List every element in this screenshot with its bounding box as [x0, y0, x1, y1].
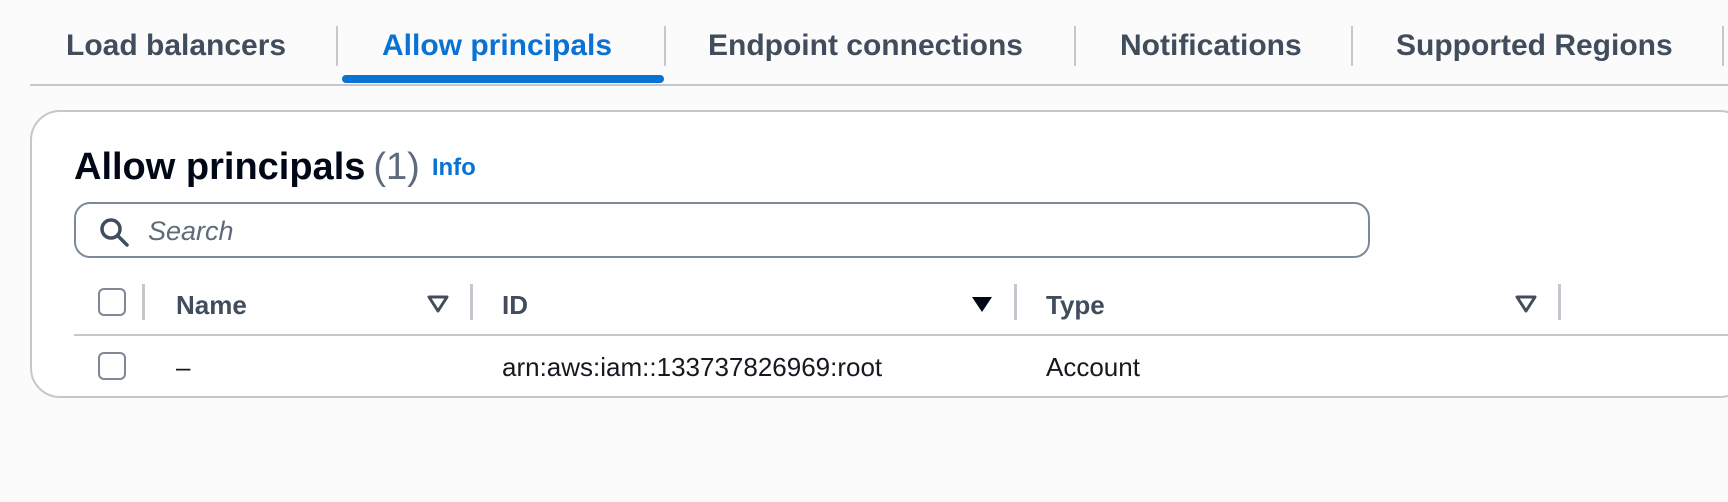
column-header-name[interactable]: Name — [176, 290, 247, 321]
column-header-id[interactable]: ID — [502, 290, 528, 321]
select-all-checkbox[interactable] — [98, 288, 126, 316]
search-box — [74, 202, 1370, 258]
panel-title: Allow principals — [74, 146, 366, 188]
tab-notifications[interactable]: Notifications — [1120, 28, 1302, 64]
table-header: Name ID Type — [74, 272, 1728, 336]
panel-count: (1) — [373, 146, 420, 188]
tab-allow-principals[interactable]: Allow principals — [382, 28, 612, 64]
cell-type: Account — [1046, 352, 1140, 382]
cell-name: – — [176, 352, 191, 382]
tab-bar: Load balancers Allow principals Endpoint… — [30, 0, 1728, 86]
column-header-type[interactable]: Type — [1046, 290, 1105, 321]
column-separator — [142, 284, 145, 320]
tab-separator — [664, 26, 666, 66]
column-separator[interactable] — [1014, 284, 1017, 320]
tab-separator — [1722, 26, 1724, 66]
tab-separator — [1074, 26, 1076, 66]
active-tab-indicator — [342, 75, 664, 83]
cell-id: arn:aws:iam::133737826969:root — [502, 352, 883, 382]
info-link[interactable]: Info — [432, 154, 476, 181]
tab-separator — [336, 26, 338, 66]
column-separator[interactable] — [470, 284, 473, 320]
sort-unsorted-icon[interactable] — [1514, 294, 1538, 314]
table-row: – arn:aws:iam::133737826969:root Account — [74, 336, 1728, 398]
sort-unsorted-icon[interactable] — [426, 294, 450, 314]
tab-separator — [1351, 26, 1353, 66]
row-select-checkbox[interactable] — [98, 352, 126, 380]
tab-load-balancers[interactable]: Load balancers — [66, 28, 286, 64]
tab-endpoint-connections[interactable]: Endpoint connections — [708, 28, 1023, 64]
panel-header: Allow principals (1) Info — [74, 146, 476, 189]
search-icon — [100, 218, 129, 247]
page: Load balancers Allow principals Endpoint… — [0, 0, 1728, 502]
column-separator[interactable] — [1558, 284, 1561, 320]
sort-descending-icon[interactable] — [970, 294, 994, 314]
allow-principals-panel: Allow principals(1) Info Name ID Type — [30, 110, 1728, 398]
tab-supported-regions[interactable]: Supported Regions — [1396, 28, 1673, 64]
search-input[interactable] — [146, 212, 1350, 250]
